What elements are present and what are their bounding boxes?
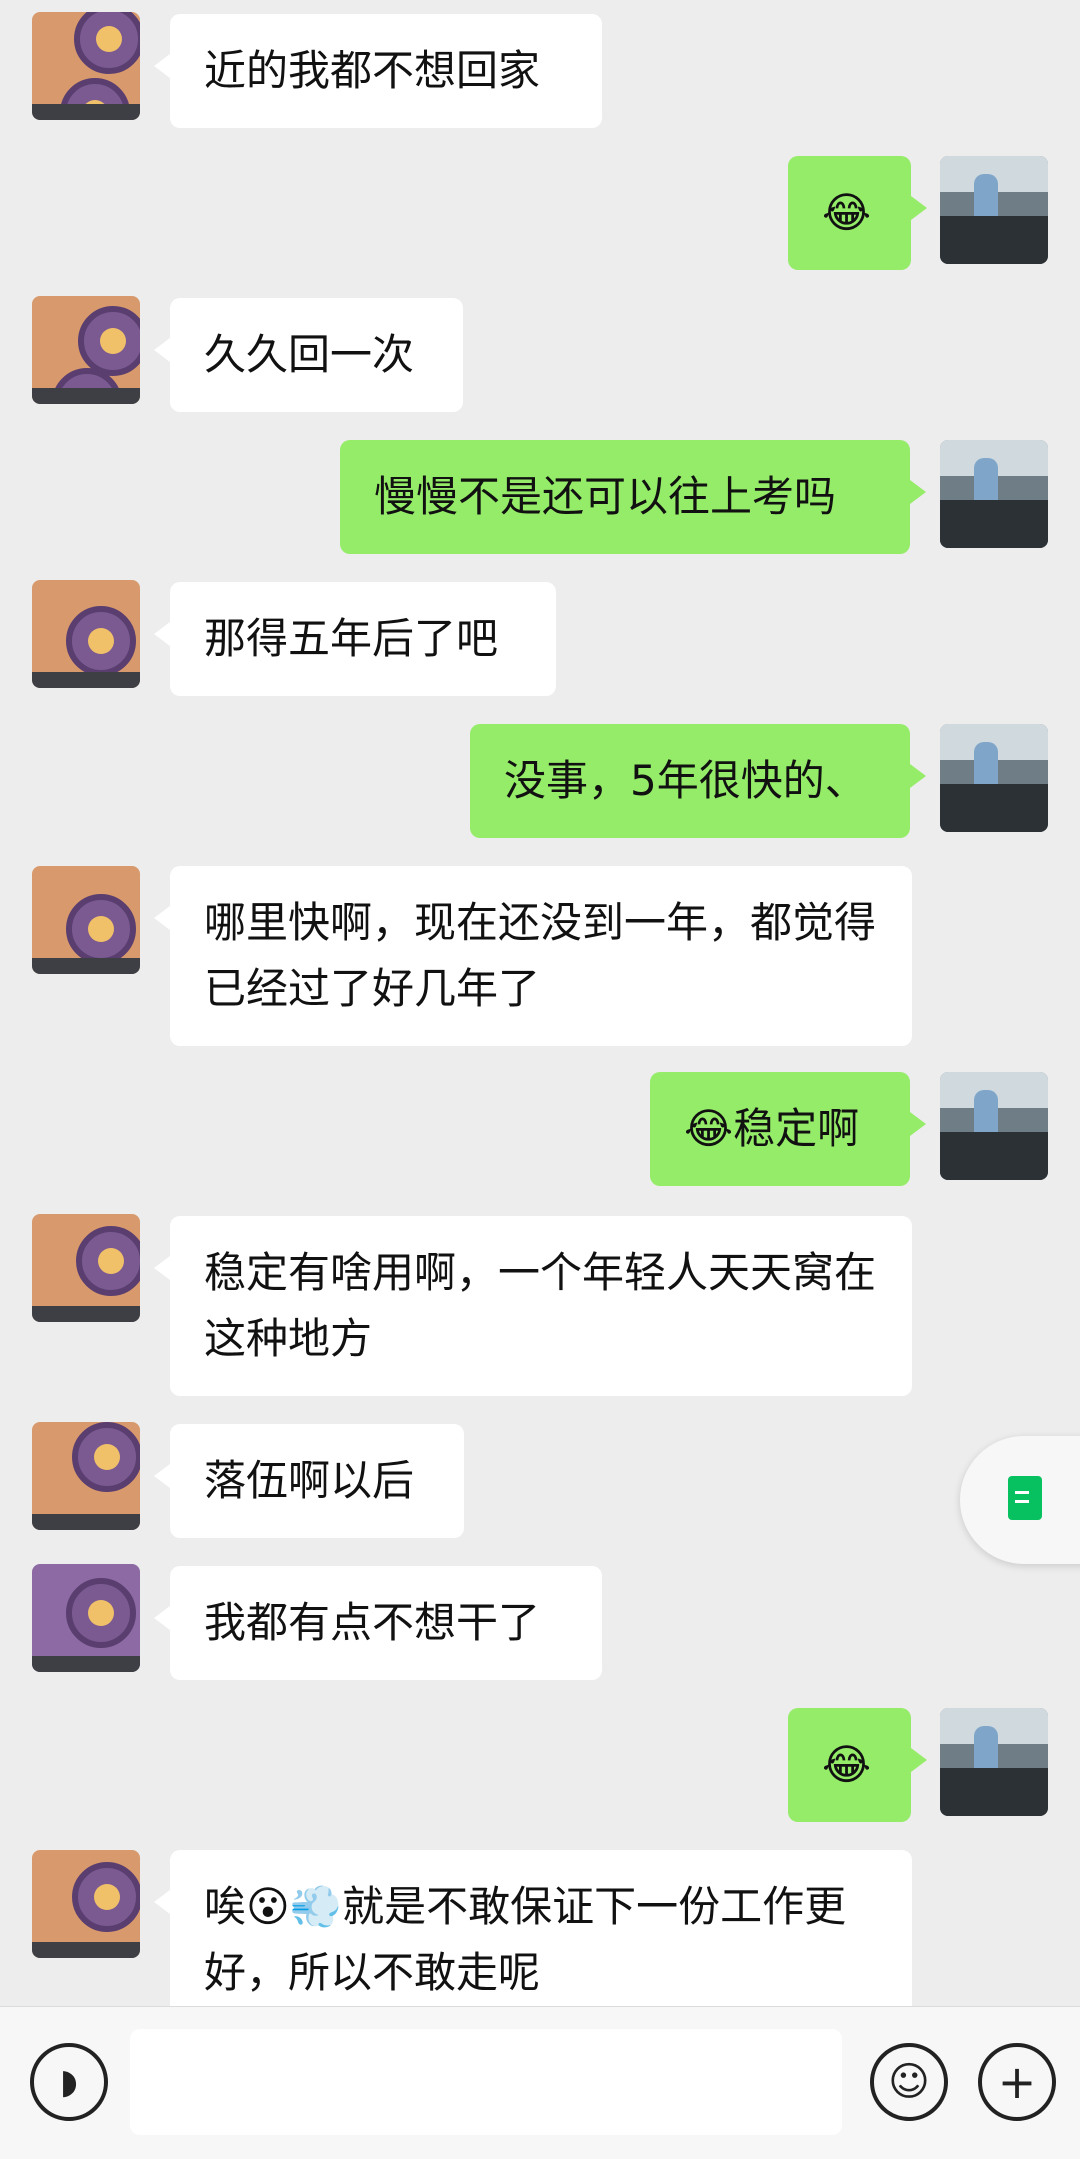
chat-bubble-left[interactable]: 稳定有啥用啊，一个年轻人天天窝在这种地方 bbox=[154, 1216, 912, 1396]
avatar-left[interactable] bbox=[32, 1564, 140, 1672]
document-icon bbox=[1008, 1476, 1042, 1520]
chat-bubble-right[interactable]: 😂 bbox=[788, 156, 927, 270]
chat-bubble-right[interactable]: 😂 bbox=[788, 1708, 927, 1822]
chat-bubble-left[interactable]: 唉😮💨就是不敢保证下一份工作更好，所以不敢走呢 bbox=[154, 1850, 912, 2030]
voice-icon[interactable]: ◗ bbox=[30, 2043, 108, 2121]
plus-icon[interactable]: + bbox=[978, 2043, 1056, 2121]
avatar-right[interactable] bbox=[940, 1072, 1048, 1180]
avatar-left[interactable] bbox=[32, 866, 140, 974]
floating-document-button[interactable] bbox=[960, 1436, 1080, 1564]
avatar-left[interactable] bbox=[32, 296, 140, 404]
avatar-left[interactable] bbox=[32, 580, 140, 688]
chat-bubble-left[interactable]: 那得五年后了吧 bbox=[154, 582, 556, 696]
chat-bubble-right[interactable]: 😂稳定啊 bbox=[650, 1072, 926, 1186]
avatar-right[interactable] bbox=[940, 156, 1048, 264]
avatar-right[interactable] bbox=[940, 1708, 1048, 1816]
message-input[interactable] bbox=[130, 2029, 842, 2135]
avatar-left[interactable] bbox=[32, 1214, 140, 1322]
chat-input-bar: ◗ ☺ + bbox=[0, 2006, 1080, 2159]
chat-bubble-left[interactable]: 我都有点不想干了 bbox=[154, 1566, 602, 1680]
chat-bubble-left[interactable]: 落伍啊以后 bbox=[154, 1424, 464, 1538]
chat-bubble-left[interactable]: 近的我都不想回家 bbox=[154, 14, 602, 128]
avatar-left[interactable] bbox=[32, 12, 140, 120]
chat-bubble-right[interactable]: 慢慢不是还可以往上考吗 bbox=[340, 440, 926, 554]
avatar-right[interactable] bbox=[940, 724, 1048, 832]
chat-bubble-left[interactable]: 哪里快啊，现在还没到一年，都觉得已经过了好几年了 bbox=[154, 866, 912, 1046]
avatar-left[interactable] bbox=[32, 1422, 140, 1530]
avatar-right[interactable] bbox=[940, 440, 1048, 548]
emoji-icon[interactable]: ☺ bbox=[870, 2043, 948, 2121]
chat-bubble-right[interactable]: 没事，5年很快的、 bbox=[470, 724, 926, 838]
chat-bubble-left[interactable]: 久久回一次 bbox=[154, 298, 463, 412]
avatar-left[interactable] bbox=[32, 1850, 140, 1958]
